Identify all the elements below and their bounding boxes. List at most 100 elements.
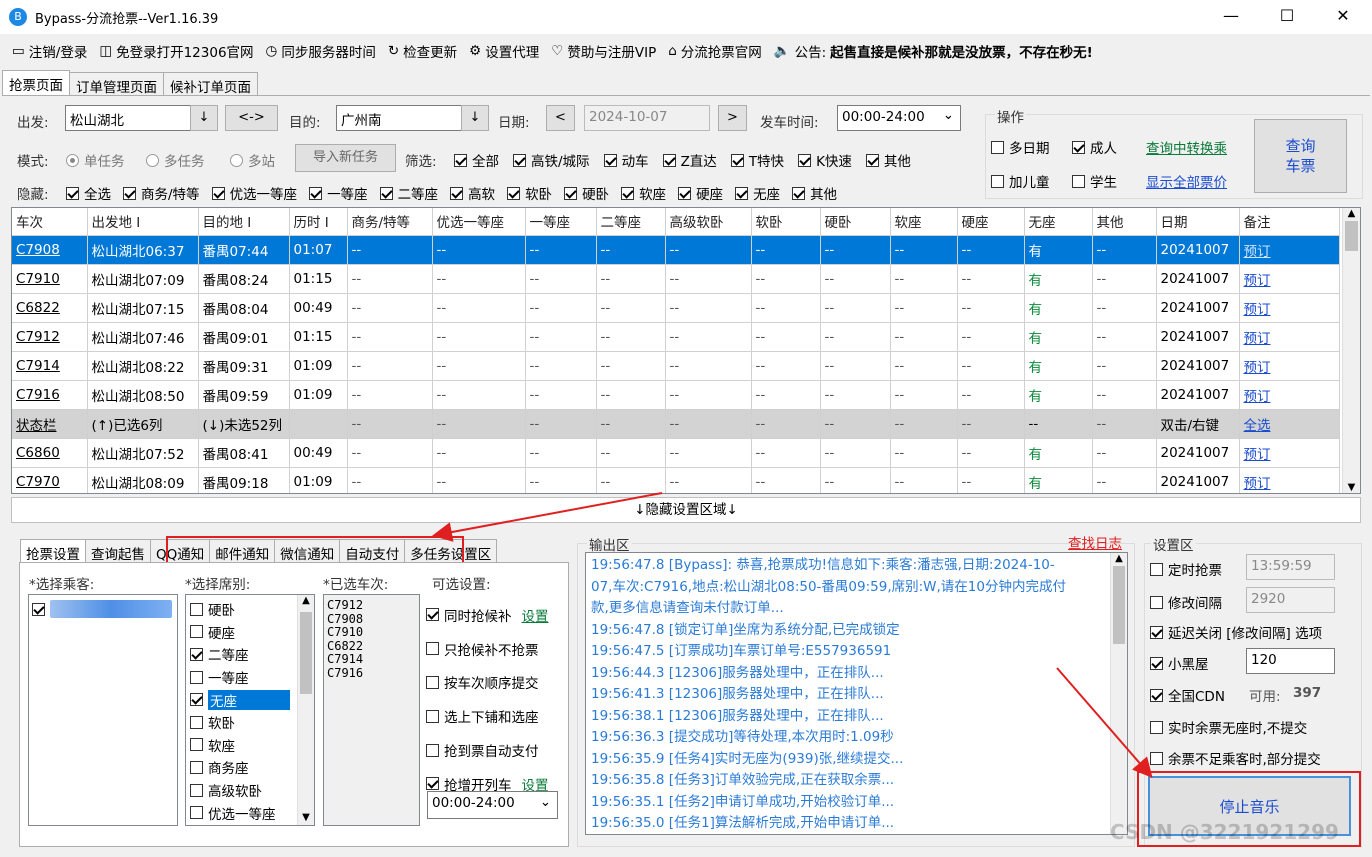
website-button[interactable]: ⌂ 分流抢票官网 [668,41,762,61]
seat-option[interactable]: 硬座 [186,621,314,644]
seat-option[interactable]: 商务座 [186,756,314,779]
note-cell[interactable]: 预订 [1239,322,1340,352]
scroll-up-icon[interactable]: ▲ [1111,553,1127,564]
check-update-button[interactable]: ↻ 检查更新 [388,41,457,61]
train-number-cell[interactable]: 状态栏 [12,409,88,439]
column-header[interactable]: 硬座 [957,208,1025,236]
table-row[interactable]: C7914 松山湖北08:22 番禺09:31 01:09 -- -- -- -- -- -- --… [12,351,1340,381]
hide-option-checkbox[interactable]: 全选 [66,183,111,203]
adult-checkbox[interactable]: 成人 [1072,137,1117,157]
column-header[interactable]: 一等座 [525,208,597,236]
note-cell[interactable]: 预订 [1239,438,1340,468]
passenger-checkbox[interactable] [32,602,45,616]
hide-option-checkbox[interactable]: 一等座 [309,183,368,203]
open-12306-button[interactable]: ◫ 免登录打开12306官网 [99,41,253,61]
train-number-cell[interactable]: C6860 [12,438,88,468]
filter-t-checkbox[interactable]: T特快 [730,150,784,170]
swap-button[interactable]: <-> [225,105,278,131]
seat-option[interactable]: 优选一等座 [186,801,314,824]
mode-multi-radio[interactable]: 多任务 [146,150,205,170]
filter-other-checkbox[interactable]: 其他 [865,150,911,170]
column-header[interactable]: 软卧 [751,208,821,236]
from-dropdown-button[interactable]: ↓ [190,105,218,131]
optional-setting[interactable]: 只抢候补不抢票 [426,632,549,666]
note-cell[interactable]: 预订 [1239,380,1340,410]
tab-grab-settings[interactable]: 抢票设置 [20,539,86,563]
train-number-cell[interactable]: C6822 [12,293,88,323]
column-header[interactable]: 出发地 I [87,208,199,236]
seat-checkbox[interactable] [190,647,203,661]
interval-value-input[interactable]: 2920 [1246,587,1335,613]
find-log-link[interactable]: 查找日志 [1068,532,1122,552]
mode-station-radio[interactable]: 多站 [230,150,275,170]
optional-time-select[interactable]: 00:00-24:00 ⌄ [427,791,558,819]
seat-checkbox[interactable] [190,760,203,774]
scroll-thumb[interactable] [1113,566,1125,644]
minimize-button[interactable]: — [1208,0,1254,34]
hide-option-checkbox[interactable]: 无座 [735,183,780,203]
train-number-cell[interactable]: C7970 [12,467,88,493]
note-cell[interactable]: 预订 [1239,264,1340,294]
mode-single-radio[interactable]: 单任务 [66,150,125,170]
blackroom-value-input[interactable]: 120 [1246,648,1335,674]
table-row[interactable]: C7908 松山湖北06:37 番禺07:44 01:07 -- -- -- -- -- -- --… [12,235,1340,265]
column-header[interactable]: 硬卧 [820,208,891,236]
seat-checkbox[interactable] [190,806,203,820]
column-header[interactable]: 二等座 [596,208,666,236]
filter-gaotie-checkbox[interactable]: 高铁/城际 [513,150,590,170]
from-input[interactable]: 松山湖北 [65,105,191,131]
status-row[interactable]: 状态栏 (↑)已选6列 (↓)未选52列 -- -- -- -- -- -- -- -- -- -- --… [12,409,1340,439]
optional-checkbox[interactable] [426,642,439,656]
scroll-up-icon[interactable]: ▲ [1343,208,1360,219]
grid-scrollbar[interactable]: ▲ ▼ [1342,208,1360,493]
table-row[interactable]: C6860 松山湖北07:52 番禺08:41 00:49 -- -- -- -- -- -- --… [12,438,1340,468]
selected-train-item[interactable]: C7914 [327,652,416,667]
login-button[interactable]: ▭ 注销/登录 [12,41,87,61]
optional-setting[interactable]: 按车次顺序提交 [426,666,549,700]
passenger-list[interactable] [28,594,178,826]
note-cell[interactable]: 预订 [1239,351,1340,381]
timed-value-input[interactable]: 13:59:59 [1246,554,1335,580]
column-header[interactable]: 其他 [1092,208,1157,236]
optional-setting[interactable]: 抢到票自动支付 [426,733,549,767]
column-header[interactable]: 备注 [1239,208,1340,236]
blackroom-checkbox[interactable]: 小黑屋 [1150,653,1209,673]
selected-train-item[interactable]: C7910 [327,625,416,640]
seat-checkbox[interactable] [190,738,203,752]
hide-option-checkbox[interactable]: 硬座 [678,183,723,203]
date-prev-button[interactable]: < [546,105,575,131]
table-row[interactable]: C7910 松山湖北07:09 番禺08:24 01:15 -- -- -- -- -- -- --… [12,264,1340,294]
import-task-button[interactable]: 导入新任务 [295,144,396,172]
query-tickets-button[interactable]: 查询 车票 [1254,119,1347,193]
selected-train-item[interactable]: C6822 [327,639,416,654]
hide-option-checkbox[interactable]: 二等座 [379,183,438,203]
selected-train-item[interactable]: C7912 [327,598,416,613]
hide-option-checkbox[interactable]: 软座 [621,183,666,203]
date-next-button[interactable]: > [718,105,747,131]
filter-dongche-checkbox[interactable]: 动车 [603,150,649,170]
hide-option-checkbox[interactable]: 其他 [792,183,837,203]
table-row[interactable]: C6822 松山湖北07:15 番禺08:04 00:49 -- -- -- -- -- -- --… [12,293,1340,323]
hide-settings-bar[interactable]: ↓隐藏设置区域↓ [11,497,1361,523]
column-header[interactable]: 日期 [1156,208,1240,236]
notice-button[interactable]: 🔈 公告: 起售直接是候补那就是没放票，不存在秒无! [774,41,1093,61]
proxy-button[interactable]: ⚙ 设置代理 [469,41,539,61]
seat-option[interactable]: 二等座 [186,643,314,666]
seat-option[interactable]: 软卧 [186,711,314,734]
no-submit-checkbox[interactable]: 实时余票无座时,不提交 [1150,717,1307,737]
column-header[interactable]: 目的地 I [198,208,290,236]
table-row[interactable]: C7916 松山湖北08:50 番禺09:59 01:09 -- -- -- -- -- -- --… [12,380,1340,410]
seat-checkbox[interactable] [190,715,203,729]
column-header[interactable]: 历时 I [289,208,348,236]
note-cell[interactable]: 预订 [1239,235,1340,265]
delay-close-checkbox[interactable]: 延迟关闭 [修改间隔] 选项 [1150,622,1322,642]
interval-checkbox[interactable]: 修改间隔 [1150,592,1222,612]
optional-setting[interactable]: 选上下铺和选座 [426,699,549,733]
note-cell[interactable]: 全选 [1239,409,1340,439]
train-number-cell[interactable]: C7908 [12,235,88,265]
seat-option[interactable]: 一等座 [186,666,314,689]
selected-train-item[interactable]: C7908 [327,612,416,627]
sync-time-button[interactable]: ◷ 同步服务器时间 [266,41,376,61]
note-cell[interactable]: 预订 [1239,293,1340,323]
to-dropdown-button[interactable]: ↓ [461,105,489,131]
